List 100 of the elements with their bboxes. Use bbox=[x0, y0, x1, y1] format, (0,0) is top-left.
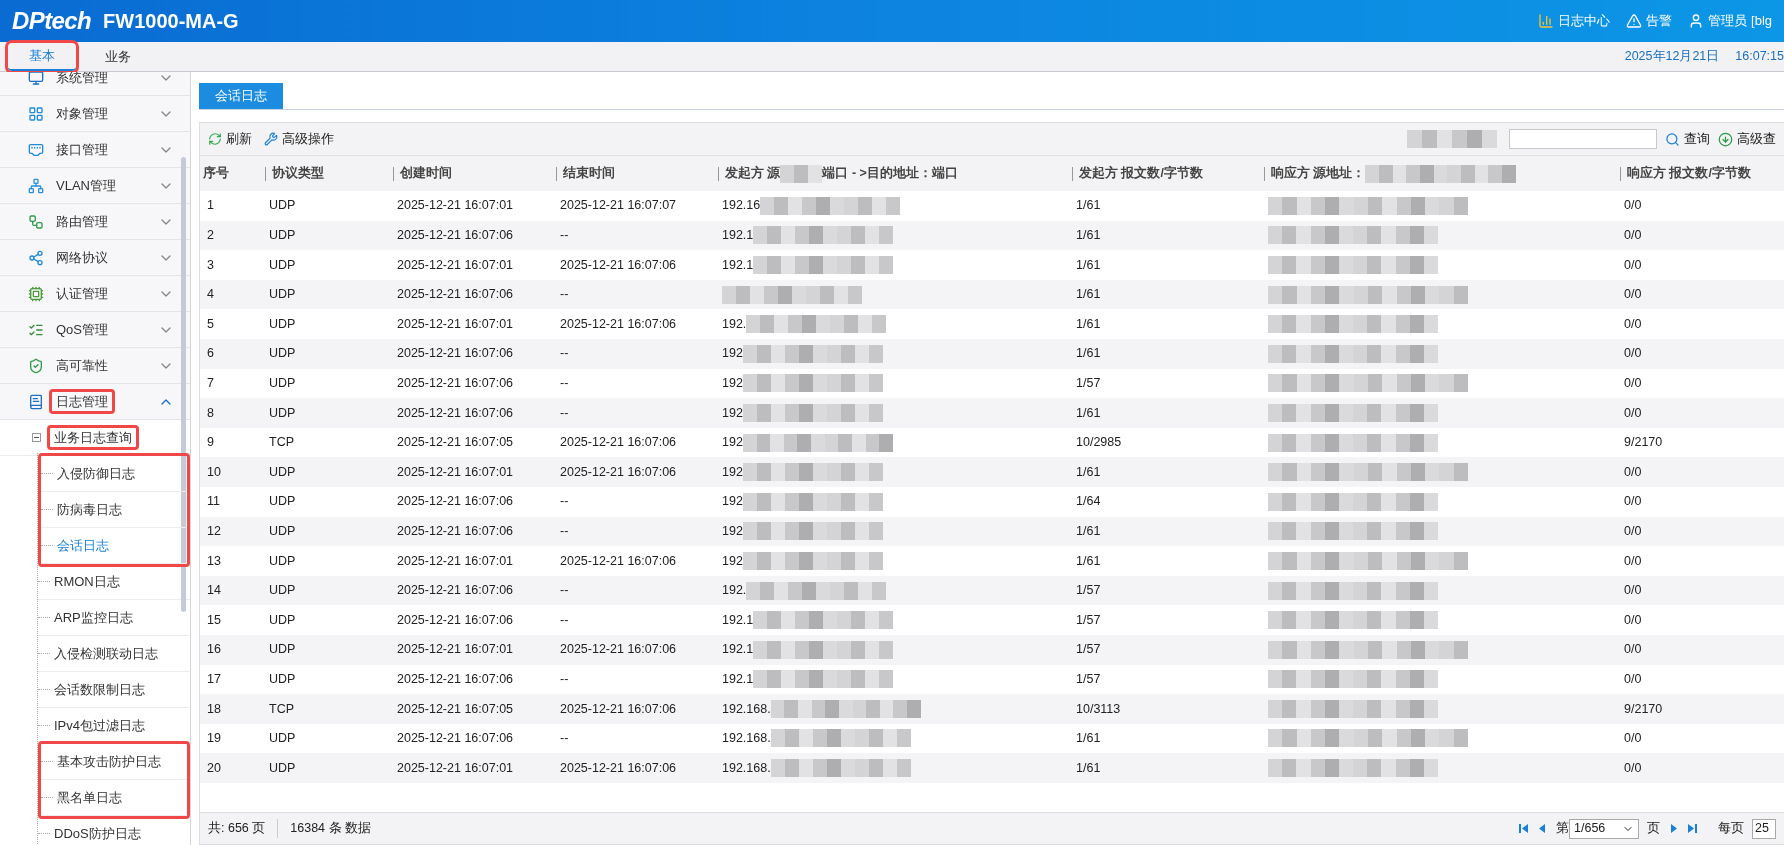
nav-label: QoS管理 bbox=[56, 320, 108, 339]
table-cell-text: UDP bbox=[268, 641, 297, 659]
table-cell-text: UDP bbox=[268, 197, 297, 215]
table-cell-text: 2025-12-21 16:07:05 bbox=[396, 434, 515, 452]
nav-item[interactable]: 日志管理 bbox=[0, 384, 190, 420]
redacted-block bbox=[780, 164, 823, 183]
table-cell-text: 10/2985 bbox=[1075, 434, 1123, 452]
table-cell-text: 0/0 bbox=[1623, 227, 1643, 244]
nav-item[interactable]: 网络协议 bbox=[0, 240, 190, 276]
nav-item[interactable]: 接口管理 bbox=[0, 132, 190, 168]
page-select[interactable]: 1/656 bbox=[1569, 818, 1639, 839]
table-cell-text: UDP bbox=[268, 522, 297, 540]
per-page-field[interactable]: 25 bbox=[1752, 818, 1776, 839]
tree-leaf[interactable]: ARP监控日志 bbox=[54, 607, 133, 628]
table-cell-text: 2025-12-21 16:07:06 bbox=[559, 759, 678, 777]
top-tab[interactable]: 业务 bbox=[84, 43, 152, 71]
table-row[interactable]: 14 UDP 2025-12-21 16:07:06 -- 192. 1/57 0/0 bbox=[200, 575, 1784, 606]
table-row[interactable]: 16 UDP 2025-12-21 16:07:01 2025-12-21 16:07:06 192.1 1/57 0/0 bbox=[200, 634, 1784, 665]
table-cell-text: 0/0 bbox=[1623, 286, 1643, 304]
tree-leaf[interactable]: 会话数限制日志 bbox=[54, 679, 145, 700]
table-cell-text: 9 bbox=[206, 434, 215, 452]
table-cell-text: 3 bbox=[206, 256, 215, 274]
table-cell-text: 13 bbox=[206, 552, 222, 570]
nav-item[interactable]: QoS管理 bbox=[0, 312, 190, 348]
tree-leaf[interactable]: 入侵防御日志 bbox=[57, 463, 135, 484]
table-row[interactable]: 18 TCP 2025-12-21 16:07:05 2025-12-21 16:07:06 192.168. 10/3113 9/2170 bbox=[200, 694, 1784, 724]
top-tab[interactable]: 基本 bbox=[8, 43, 76, 71]
nav-item[interactable]: 高可靠性 bbox=[0, 348, 190, 384]
table-cell-text: -- bbox=[559, 522, 570, 540]
table-cell-text: 1/61 bbox=[1075, 463, 1102, 481]
table-cell-text: 1 bbox=[206, 197, 215, 215]
table-cell-text: 12 bbox=[206, 522, 222, 540]
refresh-button[interactable]: 刷新 bbox=[208, 129, 252, 149]
nav-label: 高可靠性 bbox=[56, 356, 108, 375]
nav-item[interactable]: 路由管理 bbox=[0, 204, 190, 240]
table-row[interactable]: 10 UDP 2025-12-21 16:07:01 2025-12-21 16:07:06 192 1/61 0/0 bbox=[200, 457, 1784, 487]
table-cell-text: 2025-12-21 16:07:01 bbox=[396, 197, 515, 215]
tree-node[interactable]: 业务日志查询 bbox=[47, 424, 139, 451]
device-title: FW1000-MA-G bbox=[103, 9, 239, 34]
previous-page-icon[interactable] bbox=[1537, 823, 1548, 834]
table-cell-text: 0/0 bbox=[1623, 375, 1643, 392]
table-cell-text: TCP bbox=[268, 700, 295, 718]
scrollbar-thumb[interactable] bbox=[181, 157, 186, 612]
table-cell-text: 0/0 bbox=[1623, 670, 1643, 688]
tree-leaf[interactable]: IPv4包过滤日志 bbox=[54, 715, 145, 736]
nav-item[interactable]: VLAN管理 bbox=[0, 168, 190, 204]
table-cell-text: 2025-12-21 16:07:06 bbox=[559, 315, 678, 333]
nav-item[interactable]: 对象管理 bbox=[0, 96, 190, 132]
tree-leaf[interactable]: RMON日志 bbox=[54, 571, 120, 592]
table-cell-text: UDP bbox=[268, 404, 297, 422]
advanced-ops-button[interactable]: 高级操作 bbox=[264, 129, 334, 149]
bar-chart-icon bbox=[1538, 13, 1555, 29]
table-row[interactable]: 4 UDP 2025-12-21 16:07:06 -- 1/61 0/0 bbox=[200, 279, 1784, 310]
table-cell-text: 2025-12-21 16:07:06 bbox=[559, 552, 678, 570]
wrench-icon bbox=[264, 132, 278, 146]
table-cell-text: -- bbox=[559, 670, 570, 688]
logo: DPtech bbox=[12, 6, 92, 36]
network-icon bbox=[28, 177, 44, 194]
table-cell-text: 10 bbox=[206, 463, 222, 481]
table-row[interactable]: 8 UDP 2025-12-21 16:07:06 -- 192 1/61 0/0 bbox=[200, 398, 1784, 428]
table-cell-text: 9/2170 bbox=[1623, 700, 1664, 718]
table-row[interactable]: 12 UDP 2025-12-21 16:07:06 -- 192 1/61 0/0 bbox=[200, 516, 1784, 547]
table-cell-text: 2025-12-21 16:07:06 bbox=[559, 641, 678, 659]
table-cell-text: 11 bbox=[206, 493, 221, 511]
advanced-search-button[interactable]: 高级查 bbox=[1718, 129, 1776, 149]
table-cell-text: 192. bbox=[722, 315, 747, 333]
table-cell-text: 1/61 bbox=[1075, 759, 1102, 777]
tree-leaf[interactable]: 会话日志 bbox=[57, 535, 109, 556]
table-cell-text: 0/0 bbox=[1623, 759, 1643, 777]
tree-leaf[interactable]: 基本攻击防护日志 bbox=[57, 751, 161, 772]
next-page-icon[interactable] bbox=[1668, 823, 1679, 834]
table-cell-text: 0/0 bbox=[1623, 197, 1643, 215]
table-cell-text: -- bbox=[559, 493, 570, 511]
tree-leaf[interactable]: DDoS防护日志 bbox=[54, 823, 141, 844]
table-row[interactable]: 2 UDP 2025-12-21 16:07:06 -- 192.1 1/61 0/0 bbox=[200, 220, 1784, 251]
table-cell-text: 192.1 bbox=[722, 256, 754, 274]
table-cell-text: 1/61 bbox=[1075, 345, 1102, 363]
last-page-icon[interactable] bbox=[1687, 823, 1698, 834]
search-field[interactable] bbox=[1509, 129, 1657, 149]
table-cell-text: 0/0 bbox=[1623, 345, 1643, 363]
table-cell-text: 2025-12-21 16:07:06 bbox=[396, 286, 515, 304]
table-cell-text: UDP bbox=[268, 582, 297, 600]
table-row[interactable]: 6 UDP 2025-12-21 16:07:06 -- 192 1/61 0/0 bbox=[200, 338, 1784, 369]
tree-leaf[interactable]: 入侵检测联动日志 bbox=[54, 643, 158, 664]
table-cell-text: 0/0 bbox=[1623, 730, 1643, 748]
table-cell-text: 1/57 bbox=[1075, 670, 1102, 688]
table-cell-text: 192 bbox=[722, 552, 743, 570]
warning-icon bbox=[1626, 13, 1643, 29]
page-tab[interactable]: 会话日志 bbox=[199, 83, 283, 109]
first-page-icon[interactable] bbox=[1518, 823, 1529, 834]
current-date: 2025年12月21日 bbox=[1624, 48, 1720, 66]
table-cell-text: UDP bbox=[268, 463, 297, 481]
search-button[interactable]: 查询 bbox=[1665, 129, 1710, 149]
table-row[interactable]: 20 UDP 2025-12-21 16:07:01 2025-12-21 16:07:06 192.168. 1/61 0/0 bbox=[200, 753, 1784, 783]
nav-item[interactable]: 认证管理 bbox=[0, 276, 190, 312]
collapse-toggle[interactable] bbox=[32, 433, 41, 442]
tree-leaf[interactable]: 防病毒日志 bbox=[57, 499, 122, 520]
table-cell-text: 19 bbox=[206, 730, 222, 748]
tree-leaf[interactable]: 黑名单日志 bbox=[57, 787, 122, 808]
table-cell-text: -- bbox=[559, 375, 570, 392]
